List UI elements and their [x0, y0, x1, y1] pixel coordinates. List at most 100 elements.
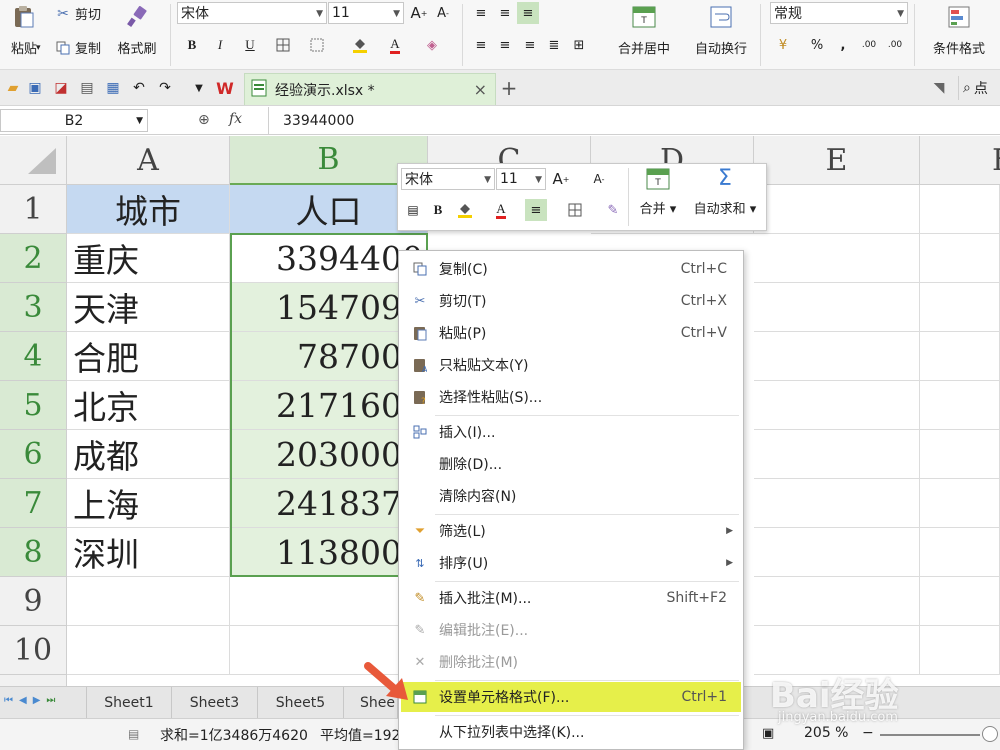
cell-a3[interactable]: 天津 — [67, 283, 230, 332]
sheet-tab-3[interactable]: Sheet3 — [172, 687, 258, 718]
fill-color-button[interactable] — [349, 34, 371, 56]
menu-item-paste[interactable]: 粘贴(P) Ctrl+V — [401, 318, 741, 348]
cell-a1[interactable]: 城市 — [67, 185, 230, 234]
align-middle-button[interactable]: ≡ — [494, 2, 516, 24]
align-left-button[interactable]: ≡ — [470, 34, 492, 56]
row-header-8[interactable]: 8 — [0, 528, 67, 577]
cell-e4[interactable] — [754, 332, 920, 381]
first-sheet-icon[interactable]: ⏮ — [4, 695, 19, 706]
bold-button[interactable]: B — [181, 34, 203, 56]
justify-button[interactable]: ≣ — [543, 34, 565, 56]
shrink-font-button[interactable]: A- — [432, 2, 454, 24]
cell-e3[interactable] — [754, 283, 920, 332]
cell-f9[interactable] — [920, 577, 1000, 626]
cell-a4[interactable]: 合肥 — [67, 332, 230, 381]
menu-item-edit-comment[interactable]: ✎ 编辑批注(E)... — [401, 615, 741, 645]
cell-f2[interactable] — [920, 234, 1000, 283]
italic-button[interactable]: I — [209, 34, 231, 56]
cell-f7[interactable] — [920, 479, 1000, 528]
cell-style-button[interactable] — [306, 34, 328, 56]
menu-item-paste-special[interactable]: ? 选择性粘贴(S)... — [401, 382, 741, 412]
row-header-5[interactable]: 5 — [0, 381, 67, 430]
cell-e1[interactable] — [754, 185, 920, 234]
underline-button[interactable]: U — [239, 34, 261, 56]
select-all-corner[interactable] — [0, 136, 67, 185]
pin-icon[interactable]: ◥ — [930, 79, 948, 97]
cell-f3[interactable] — [920, 283, 1000, 332]
cell-a6[interactable]: 成都 — [67, 430, 230, 479]
mini-font-name-select[interactable]: 宋体 ▼ — [401, 168, 495, 190]
format-painter-button[interactable]: 格式刷 — [112, 4, 162, 57]
font-color-button[interactable]: A — [384, 34, 406, 56]
menu-item-insert-comment[interactable]: ✎ 插入批注(M)... Shift+F2 — [401, 583, 741, 613]
cell-e8[interactable] — [754, 528, 920, 577]
mini-align-button[interactable]: ≡ — [525, 199, 547, 221]
chevron-down-icon[interactable]: ▼ — [190, 79, 208, 97]
row-header-1[interactable]: 1 — [0, 185, 67, 234]
menu-item-filter[interactable]: ⏷ 筛选(L) ▶ — [401, 516, 741, 546]
merge-center-button[interactable]: T 合并居中 — [606, 4, 682, 57]
cell-a7[interactable]: 上海 — [67, 479, 230, 528]
border-button[interactable] — [272, 34, 294, 56]
mini-grow-font-button[interactable]: A + — [550, 168, 572, 190]
align-bottom-button[interactable]: ≡ — [517, 2, 539, 24]
menu-item-insert[interactable]: 插入(I)... — [401, 417, 741, 447]
row-header-6[interactable]: 6 — [0, 430, 67, 479]
print-icon[interactable]: ▤ — [78, 79, 96, 97]
cell-f4[interactable] — [920, 332, 1000, 381]
cell-a9[interactable] — [67, 577, 230, 626]
comma-button[interactable]: , — [832, 34, 854, 56]
cut-button[interactable]: ✂ 剪切 — [54, 4, 101, 24]
last-sheet-icon[interactable]: ⏭ — [46, 695, 61, 706]
column-header-a[interactable]: A — [67, 136, 230, 185]
number-format-select[interactable]: 常规 ▼ — [770, 2, 908, 24]
mini-autosum-button[interactable]: Σ 自动求和 ▾ — [688, 168, 762, 218]
cell-e7[interactable] — [754, 479, 920, 528]
font-size-select[interactable]: 11 ▼ — [328, 2, 404, 24]
menu-item-copy[interactable]: 复制(C) Ctrl+C — [401, 254, 741, 284]
mini-format-painter-button[interactable]: ✎ — [602, 199, 624, 221]
search-box[interactable]: ⌕ 点 — [958, 76, 988, 100]
mini-font-color-button[interactable]: A — [490, 199, 512, 221]
cell-e6[interactable] — [754, 430, 920, 479]
row-header-9[interactable]: 9 — [0, 577, 67, 626]
close-tab-button[interactable]: × — [474, 80, 487, 99]
export-pdf-icon[interactable]: ◪ — [52, 79, 70, 97]
zoom-level[interactable]: 205 % — [804, 725, 848, 741]
font-name-select[interactable]: 宋体 ▼ — [177, 2, 327, 24]
cell-a2[interactable]: 重庆 — [67, 234, 230, 283]
mini-border-button[interactable] — [564, 199, 586, 221]
save-icon[interactable]: ▣ — [26, 79, 44, 97]
reading-mode-icon[interactable]: ▣ — [762, 726, 774, 741]
cell-e5[interactable] — [754, 381, 920, 430]
distribute-button[interactable]: ⊞ — [568, 34, 590, 56]
sheet-tab-5[interactable]: Sheet5 — [258, 687, 344, 718]
zoom-slider-handle[interactable] — [982, 726, 998, 742]
formula-input[interactable]: 33944000 — [268, 107, 1000, 134]
prev-sheet-icon[interactable]: ◀ — [19, 695, 33, 706]
row-header-10[interactable]: 10 — [0, 626, 67, 675]
menu-item-clear-contents[interactable]: 清除内容(N) — [401, 481, 741, 511]
column-header-e[interactable]: E — [754, 136, 920, 185]
zoom-lookup-icon[interactable]: ⊕ — [198, 112, 210, 128]
currency-button[interactable]: ¥ — [772, 34, 794, 56]
cell-e2[interactable] — [754, 234, 920, 283]
cell-f6[interactable] — [920, 430, 1000, 479]
row-header-2[interactable]: 2 — [0, 234, 67, 283]
cell-f8[interactable] — [920, 528, 1000, 577]
row-header-11[interactable] — [0, 675, 67, 686]
mini-bold-button[interactable]: B — [427, 199, 449, 221]
row-header-7[interactable]: 7 — [0, 479, 67, 528]
copy-button[interactable]: 复制 — [54, 38, 101, 57]
percent-button[interactable]: % — [806, 34, 828, 56]
zoom-slider[interactable] — [880, 734, 980, 736]
menu-item-paste-text-only[interactable]: A 只粘贴文本(Y) — [401, 350, 741, 380]
undo-icon[interactable]: ↶ — [130, 79, 148, 97]
cell-a5[interactable]: 北京 — [67, 381, 230, 430]
cell-a10[interactable] — [67, 626, 230, 675]
print-preview-icon[interactable]: ▦ — [104, 79, 122, 97]
mini-cell-style-button[interactable]: ▤ — [402, 199, 424, 221]
menu-item-cut[interactable]: ✂ 剪切(T) Ctrl+X — [401, 286, 741, 316]
open-folder-icon[interactable]: ▰ — [4, 79, 22, 97]
align-top-button[interactable]: ≡ — [470, 2, 492, 24]
